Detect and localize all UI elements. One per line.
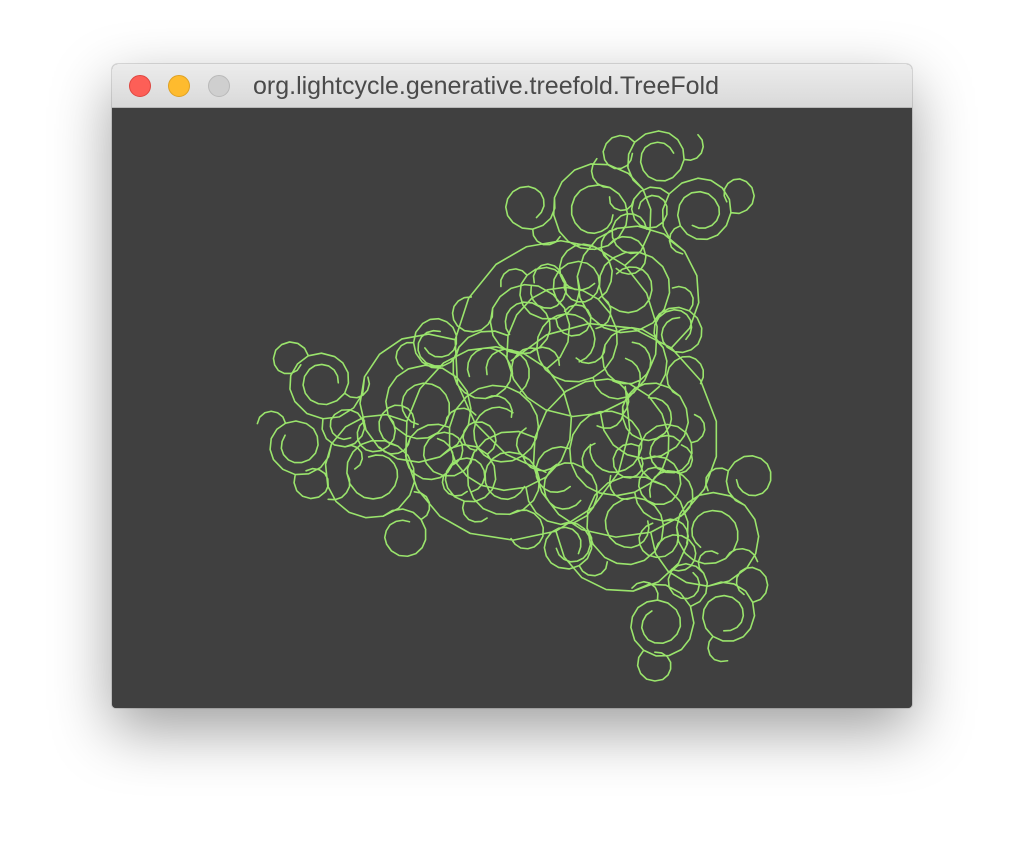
- drawing-canvas[interactable]: [112, 108, 912, 708]
- fractal-branches: [256, 130, 772, 682]
- minimize-button[interactable]: [168, 75, 190, 97]
- title-bar[interactable]: org.lightcycle.generative.treefold.TreeF…: [112, 64, 912, 108]
- zoom-button[interactable]: [208, 75, 230, 97]
- window-title: org.lightcycle.generative.treefold.TreeF…: [253, 72, 719, 100]
- app-window: org.lightcycle.generative.treefold.TreeF…: [112, 64, 912, 708]
- close-button[interactable]: [129, 75, 151, 97]
- fractal-tree-drawing: [256, 130, 772, 682]
